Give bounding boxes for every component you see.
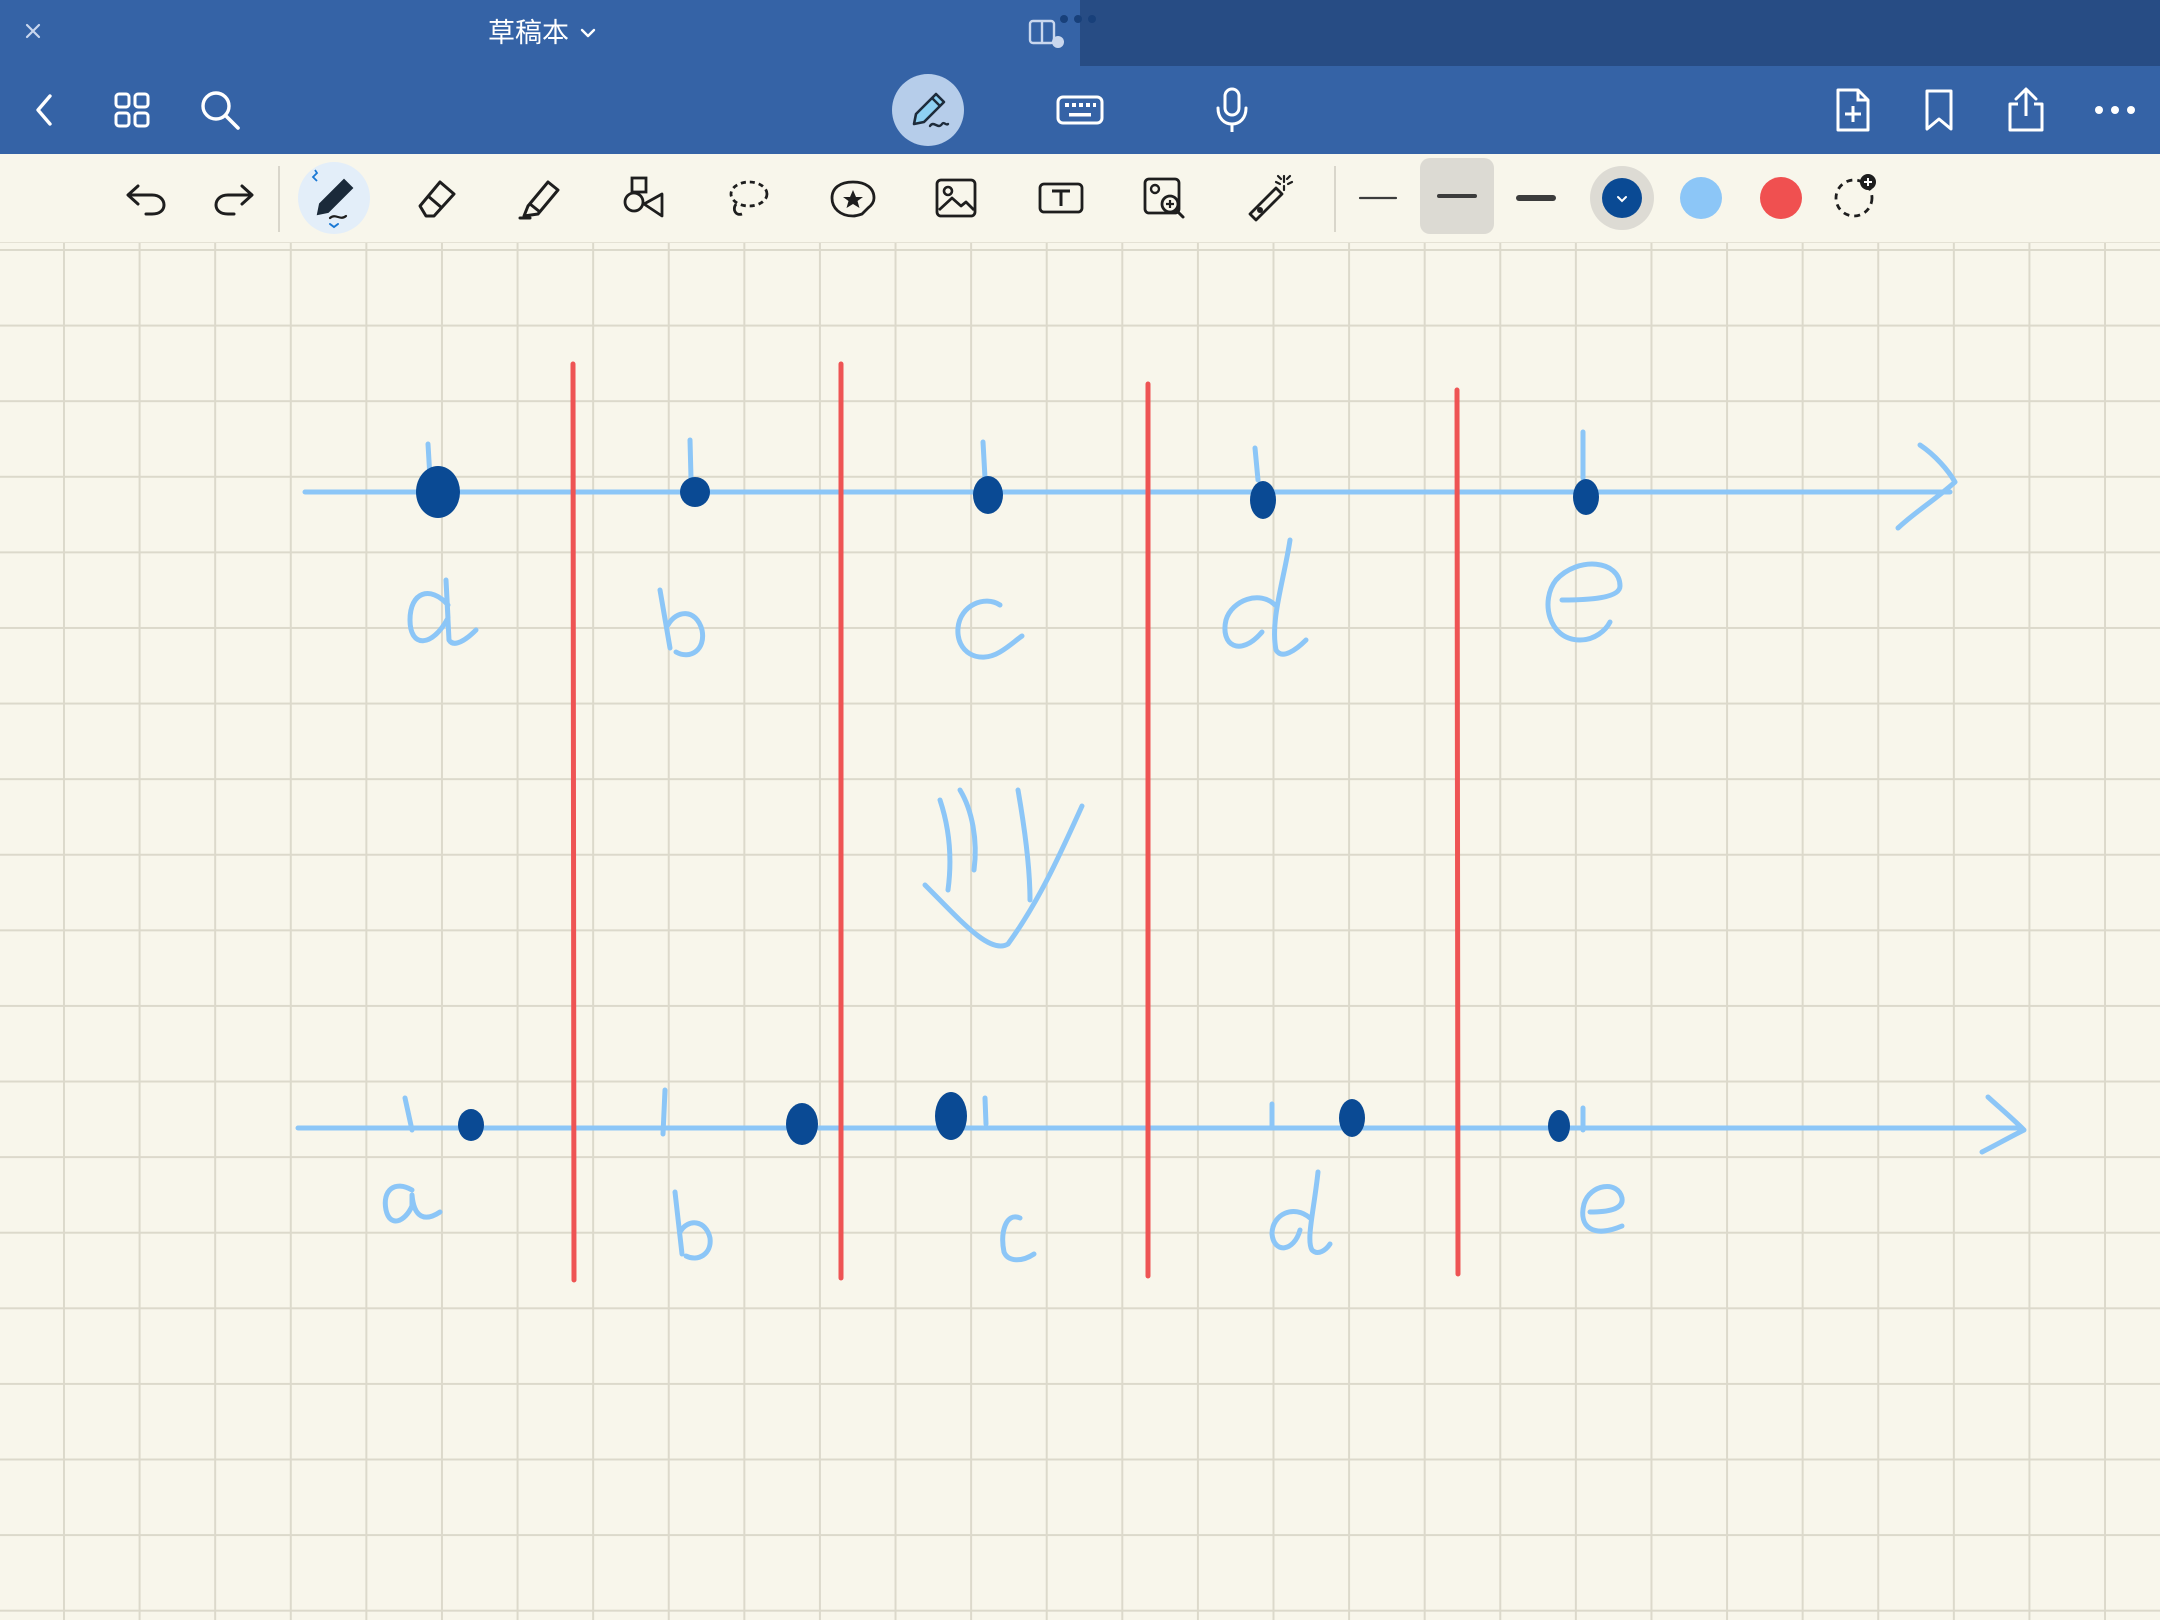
more-icon[interactable]: [2090, 96, 2140, 124]
ellipsis-dots-icon[interactable]: [1054, 12, 1102, 26]
title-bar: 草稿本: [0, 0, 2160, 66]
stroke-width-thin[interactable]: [1356, 180, 1400, 216]
toolbar-divider: [1334, 166, 1336, 232]
chevron-left-icon[interactable]: [24, 88, 66, 132]
redo-icon[interactable]: [210, 174, 258, 222]
handwriting-layer: [295, 361, 2027, 1283]
chevron-down-icon: [1617, 196, 1627, 203]
pen-icon: [306, 166, 362, 230]
add-color-icon[interactable]: [1832, 170, 1880, 222]
chevron-down-icon: [580, 28, 596, 38]
undo-icon[interactable]: [122, 174, 170, 222]
bottom-labels: [382, 1169, 1625, 1263]
laser-pointer-icon[interactable]: [1240, 170, 1296, 226]
top-number-line: [302, 429, 1958, 531]
eraser-icon[interactable]: [410, 172, 462, 224]
stroke-width-medium[interactable]: [1420, 158, 1494, 234]
text-box-icon[interactable]: [1034, 172, 1088, 224]
note-canvas[interactable]: [0, 243, 2160, 1620]
add-page-icon[interactable]: [1830, 84, 1876, 136]
bottom-number-line: [295, 1087, 2027, 1155]
pen-mode-icon: [904, 86, 952, 134]
color-swatch-light-blue[interactable]: [1680, 177, 1722, 219]
top-labels: [407, 537, 1623, 660]
search-icon[interactable]: [196, 86, 244, 134]
sticker-icon[interactable]: [826, 172, 880, 224]
highlighter-icon[interactable]: [514, 172, 566, 224]
document-title-label: 草稿本: [488, 18, 569, 48]
keyboard-icon[interactable]: [1054, 88, 1106, 132]
image-icon[interactable]: [930, 172, 982, 224]
zoom-box-icon[interactable]: [1138, 172, 1190, 224]
grid-icon[interactable]: [110, 88, 154, 132]
lasso-icon[interactable]: [722, 172, 774, 224]
color-swatch-dark-blue[interactable]: [1590, 166, 1654, 230]
color-swatch-red[interactable]: [1760, 177, 1802, 219]
pen-mode-button[interactable]: [892, 74, 964, 146]
document-title[interactable]: 草稿本: [488, 14, 597, 52]
share-icon[interactable]: [2002, 84, 2050, 136]
stroke-width-thick[interactable]: [1514, 180, 1558, 216]
toolbar-divider: [278, 166, 280, 232]
pen-tool-button[interactable]: [298, 162, 370, 234]
bottom-points: [458, 1092, 1570, 1145]
title-bar-secondary: [1080, 0, 2160, 66]
middle-down-arrow: [922, 787, 1085, 949]
bookmark-icon[interactable]: [1918, 86, 1960, 134]
microphone-icon[interactable]: [1208, 84, 1256, 136]
shapes-icon[interactable]: [618, 172, 672, 224]
close-icon[interactable]: [18, 16, 48, 46]
